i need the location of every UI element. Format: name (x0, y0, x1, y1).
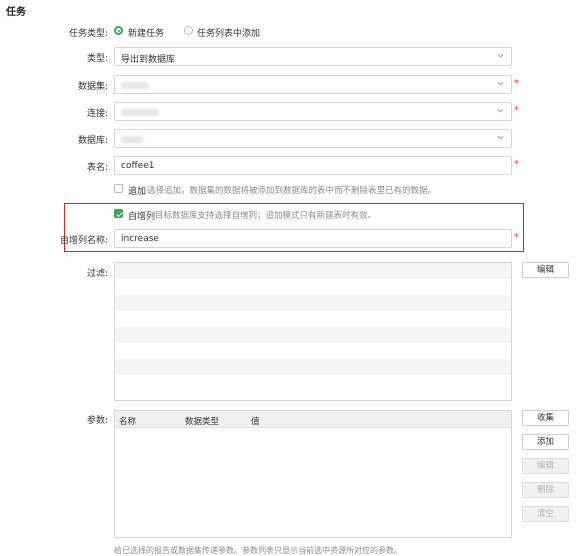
radio-new-task[interactable] (114, 26, 123, 35)
radio-add-to-list-label[interactable]: 任务列表中添加 (197, 26, 260, 39)
auto-increment-name-value: increase (121, 234, 159, 244)
section-title: 任务 (6, 7, 26, 18)
filter-row (115, 263, 511, 279)
auto-increment-name-label: 自增列名称: (59, 236, 108, 246)
edit-param-button[interactable]: 编辑 (522, 458, 569, 474)
dataset-value-redacted (121, 82, 149, 89)
auto-increment-checkbox[interactable] (114, 209, 123, 218)
append-checkbox[interactable] (114, 184, 123, 193)
filter-label: 过滤: (86, 269, 108, 279)
params-table[interactable]: 名称 数据类型 值 (114, 410, 512, 538)
radio-add-to-list[interactable] (184, 26, 193, 35)
column-header-value: 值 (251, 417, 260, 427)
filter-edit-button[interactable]: 编辑 (522, 262, 569, 278)
table-name-input[interactable]: coffee1 (114, 156, 512, 175)
required-mark: * (514, 159, 519, 170)
type-select[interactable]: 导出到数据库 (114, 47, 512, 66)
params-table-header: 名称 数据类型 值 (115, 411, 511, 428)
database-label: 数据库: (77, 136, 108, 146)
chevron-down-icon (497, 108, 504, 113)
column-header-name: 名称 (119, 417, 137, 427)
type-value: 导出到数据库 (121, 55, 176, 65)
table-name-label: 表名: (86, 163, 108, 173)
auto-increment-name-input[interactable]: increase (114, 229, 512, 248)
collect-button[interactable]: 收集 (522, 410, 569, 426)
dataset-label: 数据集: (77, 82, 108, 92)
auto-increment-label[interactable]: 自增列 (128, 209, 155, 222)
chevron-down-icon (497, 53, 504, 58)
required-mark: * (514, 105, 519, 116)
type-label: 类型: (86, 54, 108, 64)
delete-button[interactable]: 删除 (522, 482, 569, 498)
dataset-select[interactable] (114, 75, 512, 94)
add-button[interactable]: 添加 (522, 434, 569, 450)
database-value-redacted (121, 136, 143, 143)
required-mark: * (514, 78, 519, 89)
chevron-down-icon (497, 135, 504, 140)
table-name-value: coffee1 (121, 161, 155, 171)
auto-increment-hint: 目标数据库支持选择自增列；追加模式只有新建表时有效。 (155, 211, 377, 221)
connection-value-redacted (121, 109, 159, 116)
clear-button[interactable]: 清空 (522, 506, 569, 522)
column-header-data-type: 数据类型 (185, 417, 220, 427)
filter-row (115, 359, 511, 375)
connection-select[interactable] (114, 102, 512, 121)
filter-row (115, 295, 511, 311)
params-label: 参数: (86, 416, 108, 426)
filter-textarea[interactable] (114, 262, 512, 401)
connection-label: 连接: (86, 109, 108, 119)
append-label[interactable]: 追加 (128, 184, 146, 197)
database-select[interactable] (114, 129, 512, 148)
params-footnote: 给已选择的报告或数据集传递参数。参数列表只显示当前选中资源所对应的参数。 (114, 546, 402, 555)
chevron-down-icon (497, 81, 504, 86)
radio-new-task-label[interactable]: 新建任务 (128, 26, 164, 39)
append-hint: 选择追加，数据集的数据将被添加到数据库的表中而不删除表里已有的数据。 (147, 186, 437, 196)
task-type-label: 任务类型: (68, 29, 108, 39)
filter-row (115, 327, 511, 343)
required-mark: * (514, 232, 519, 243)
